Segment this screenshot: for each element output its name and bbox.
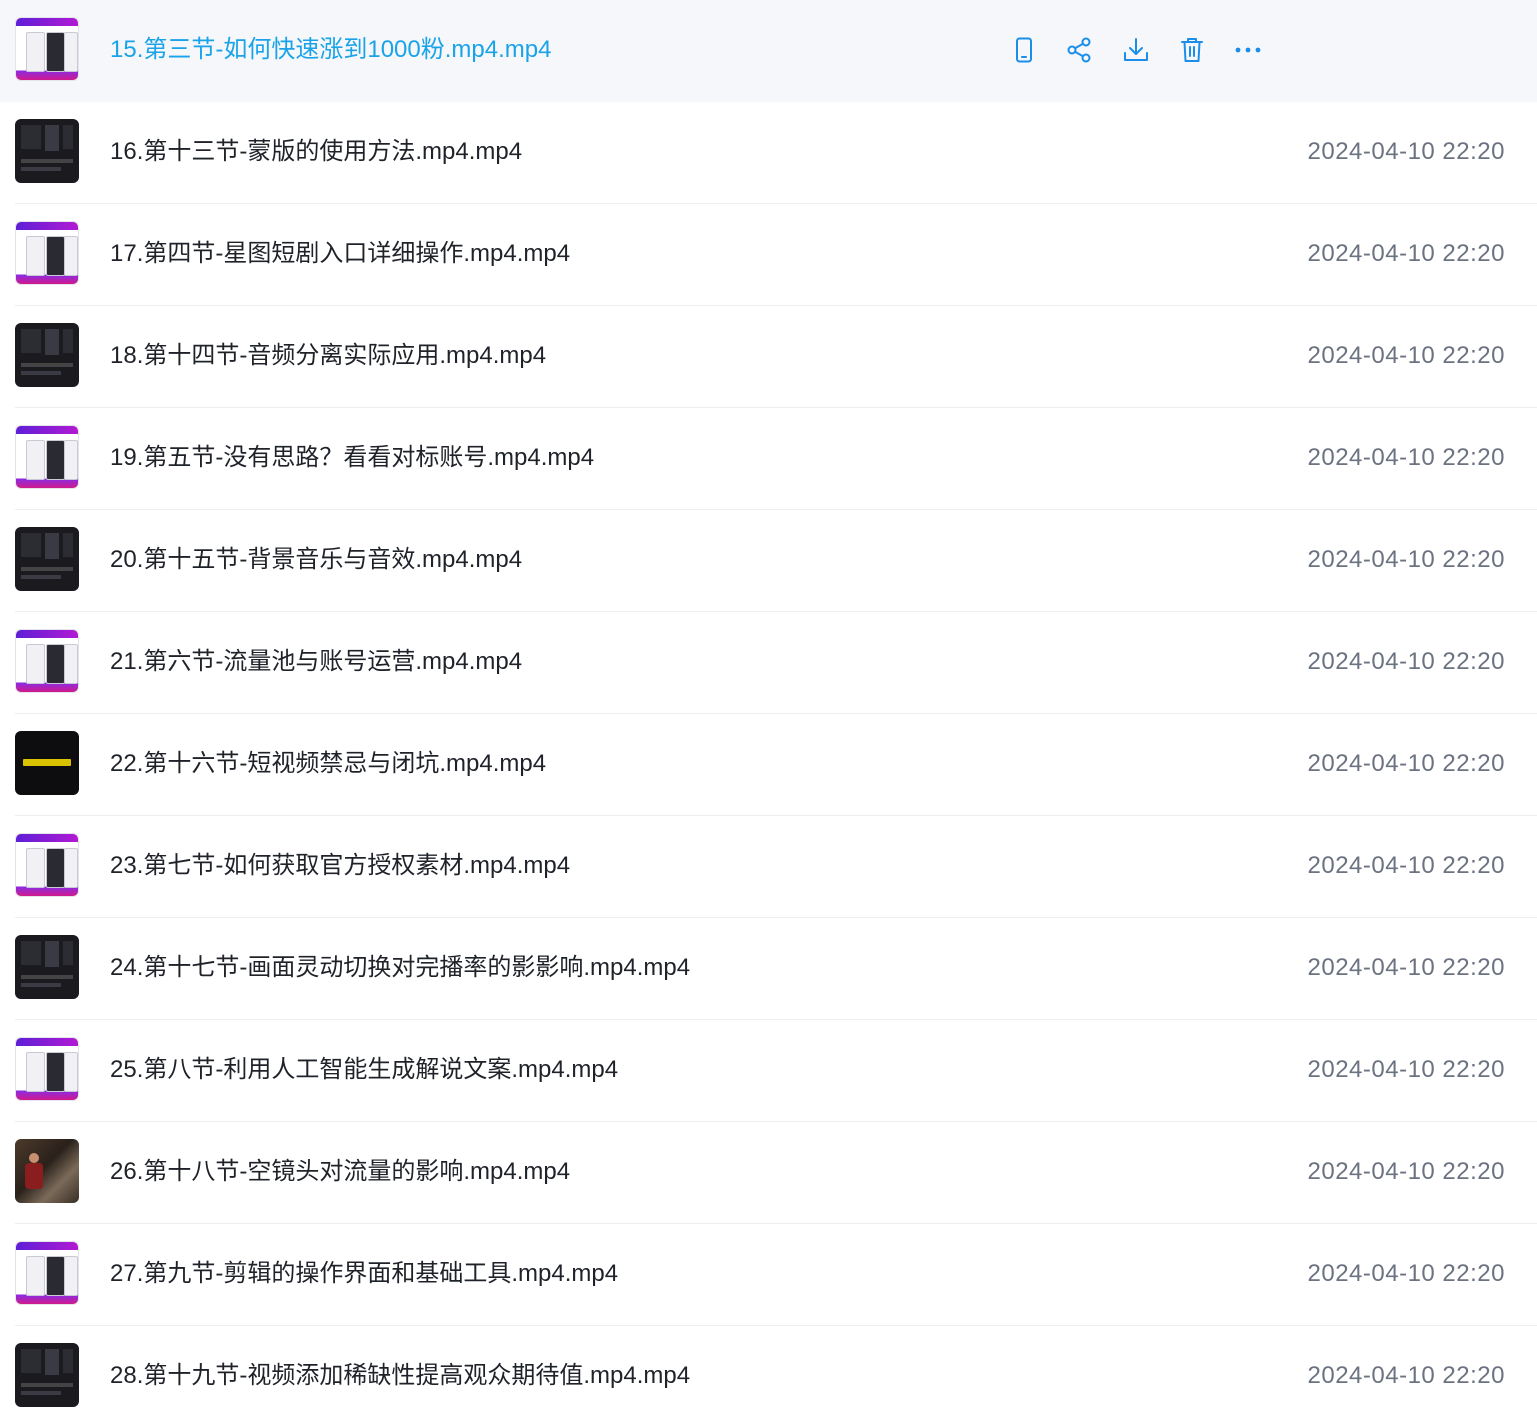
modified-time: 2024-04-10 22:20 (1307, 1362, 1505, 1389)
video-thumbnail (15, 731, 79, 795)
file-row[interactable]: 21.第六节-流量池与账号运营.mp4.mp4 2024-04-10 22:20 (0, 612, 1537, 714)
modified-time: 2024-04-10 22:20 (1307, 750, 1505, 777)
file-name[interactable]: 16.第十三节-蒙版的使用方法.mp4.mp4 (110, 136, 522, 168)
video-thumbnail (15, 1139, 79, 1203)
file-name[interactable]: 27.第九节-剪辑的操作界面和基础工具.mp4.mp4 (110, 1258, 618, 1290)
file-name[interactable]: 15.第三节-如何快速涨到1000粉.mp4.mp4 (110, 34, 551, 66)
video-thumbnail (15, 935, 79, 999)
download-icon[interactable] (1120, 32, 1152, 68)
modified-time: 2024-04-10 22:20 (1307, 444, 1505, 471)
file-row[interactable]: 16.第十三节-蒙版的使用方法.mp4.mp4 2024-04-10 22:20 (0, 102, 1537, 204)
mobile-icon[interactable] (1008, 32, 1040, 68)
video-thumbnail (15, 629, 79, 693)
modified-time: 2024-04-10 22:20 (1307, 1158, 1505, 1185)
file-name[interactable]: 28.第十九节-视频添加稀缺性提高观众期待值.mp4.mp4 (110, 1360, 690, 1392)
video-thumbnail (15, 833, 79, 897)
file-name[interactable]: 21.第六节-流量池与账号运营.mp4.mp4 (110, 646, 522, 678)
video-thumbnail (15, 425, 79, 489)
modified-time: 2024-04-10 22:20 (1307, 1056, 1505, 1083)
video-thumbnail (15, 221, 79, 285)
file-row[interactable]: 20.第十五节-背景音乐与音效.mp4.mp4 2024-04-10 22:20 (0, 510, 1537, 612)
video-thumbnail (15, 1343, 79, 1407)
file-name[interactable]: 17.第四节-星图短剧入口详细操作.mp4.mp4 (110, 238, 570, 270)
file-row[interactable]: 27.第九节-剪辑的操作界面和基础工具.mp4.mp4 2024-04-10 22… (0, 1224, 1537, 1326)
modified-time: 2024-04-10 22:20 (1307, 342, 1505, 369)
file-list: 15.第三节-如何快速涨到1000粉.mp4.mp4 16.第十三节-蒙版的使用方… (0, 0, 1537, 1425)
modified-time: 2024-04-10 22:20 (1307, 852, 1505, 879)
modified-time: 2024-04-10 22:20 (1307, 546, 1505, 573)
file-row[interactable]: 26.第十八节-空镜头对流量的影响.mp4.mp4 2024-04-10 22:2… (0, 1122, 1537, 1224)
file-name[interactable]: 24.第十七节-画面灵动切换对完播率的影影响.mp4.mp4 (110, 952, 690, 984)
file-row[interactable]: 28.第十九节-视频添加稀缺性提高观众期待值.mp4.mp4 2024-04-10… (0, 1326, 1537, 1425)
modified-time: 2024-04-10 22:20 (1307, 138, 1505, 165)
video-thumbnail (15, 17, 79, 81)
video-thumbnail (15, 1037, 79, 1101)
video-thumbnail (15, 527, 79, 591)
video-thumbnail (15, 1241, 79, 1305)
file-name[interactable]: 20.第十五节-背景音乐与音效.mp4.mp4 (110, 544, 522, 576)
modified-time: 2024-04-10 22:20 (1307, 648, 1505, 675)
file-row[interactable]: 17.第四节-星图短剧入口详细操作.mp4.mp4 2024-04-10 22:2… (0, 204, 1537, 306)
modified-time: 2024-04-10 22:20 (1307, 240, 1505, 267)
file-row[interactable]: 25.第八节-利用人工智能生成解说文案.mp4.mp4 2024-04-10 22… (0, 1020, 1537, 1122)
share-icon[interactable] (1064, 32, 1096, 68)
file-name[interactable]: 26.第十八节-空镜头对流量的影响.mp4.mp4 (110, 1156, 570, 1188)
file-name[interactable]: 23.第七节-如何获取官方授权素材.mp4.mp4 (110, 850, 570, 882)
modified-time: 2024-04-10 22:20 (1307, 1260, 1505, 1287)
file-name[interactable]: 25.第八节-利用人工智能生成解说文案.mp4.mp4 (110, 1054, 618, 1086)
trash-icon[interactable] (1176, 32, 1208, 68)
video-thumbnail (15, 119, 79, 183)
file-row[interactable]: 23.第七节-如何获取官方授权素材.mp4.mp4 2024-04-10 22:2… (0, 816, 1537, 918)
more-icon[interactable] (1232, 32, 1264, 68)
file-name[interactable]: 18.第十四节-音频分离实际应用.mp4.mp4 (110, 340, 546, 372)
file-row[interactable]: 24.第十七节-画面灵动切换对完播率的影影响.mp4.mp4 2024-04-10… (0, 918, 1537, 1020)
row-actions (1008, 32, 1288, 68)
video-thumbnail (15, 323, 79, 387)
modified-time: 2024-04-10 22:20 (1307, 954, 1505, 981)
file-row[interactable]: 19.第五节-没有思路？看看对标账号.mp4.mp4 2024-04-10 22:… (0, 408, 1537, 510)
file-row[interactable]: 18.第十四节-音频分离实际应用.mp4.mp4 2024-04-10 22:20 (0, 306, 1537, 408)
file-name[interactable]: 19.第五节-没有思路？看看对标账号.mp4.mp4 (110, 442, 594, 474)
file-name[interactable]: 22.第十六节-短视频禁忌与闭坑.mp4.mp4 (110, 748, 546, 780)
file-row[interactable]: 15.第三节-如何快速涨到1000粉.mp4.mp4 (0, 0, 1537, 102)
file-row[interactable]: 22.第十六节-短视频禁忌与闭坑.mp4.mp4 2024-04-10 22:20 (0, 714, 1537, 816)
